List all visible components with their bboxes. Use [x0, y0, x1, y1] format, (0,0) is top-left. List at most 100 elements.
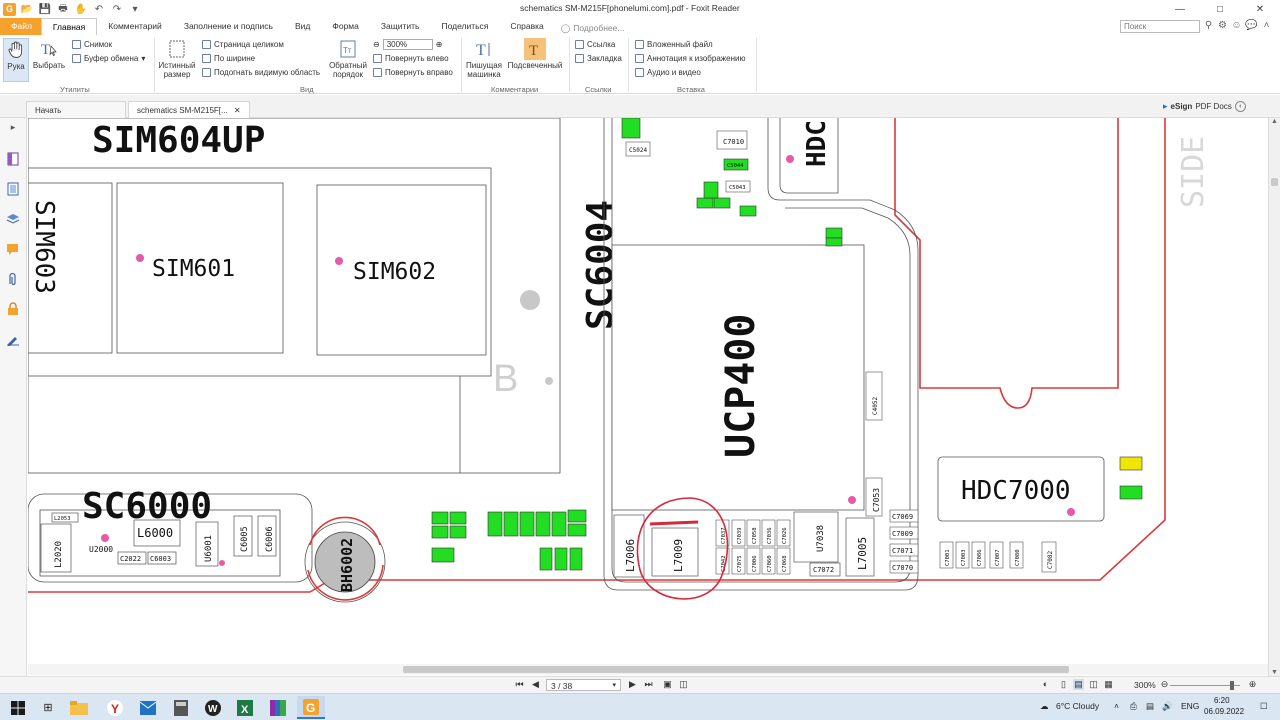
tab-current-document[interactable]: schematics SM-M215F[... ✕	[128, 101, 250, 118]
tab-start[interactable]: Начать	[26, 101, 126, 118]
rotate-right-button[interactable]: Повернуть вправо	[373, 68, 453, 77]
fit-width-button[interactable]: По ширине	[202, 54, 255, 63]
page-dropdown-icon[interactable]: ▾	[612, 681, 616, 689]
customize-toolbar-icon[interactable]: ▾	[128, 3, 142, 15]
scroll-down-icon[interactable]: ▼	[1269, 669, 1280, 676]
task-view-icon[interactable]: ⊞	[34, 696, 62, 719]
tab-protect[interactable]: Защитить	[370, 18, 431, 35]
esign-collapse-icon[interactable]: ‹	[1234, 101, 1246, 112]
layers-panel-icon[interactable]	[6, 212, 20, 226]
tab-share[interactable]: Поделиться	[430, 18, 499, 35]
sidebar-expand-icon[interactable]: ▸	[6, 120, 20, 134]
comments-panel-icon[interactable]	[6, 242, 20, 256]
horizontal-scroll-thumb[interactable]	[403, 666, 1069, 673]
zoom-slider-knob[interactable]	[1230, 681, 1234, 690]
rotate-left-button[interactable]: Повернуть влево	[373, 54, 449, 63]
zoom-out-status-icon[interactable]: ⊖	[1159, 679, 1170, 690]
audio-video-button[interactable]: Аудио и видео	[635, 68, 701, 77]
hand-tool-quick-icon[interactable]: ✋	[74, 3, 88, 15]
tab-comment[interactable]: Комментарий	[97, 18, 173, 35]
close-icon[interactable]: ✕	[1240, 0, 1280, 18]
search-icon[interactable]: ⚲	[1202, 19, 1215, 32]
tab-fill-sign[interactable]: Заполнение и подпись	[173, 18, 284, 35]
zoom-in-icon[interactable]: ⊕	[436, 40, 443, 49]
zoom-control[interactable]: ⊖ 300% ⊕	[373, 39, 442, 50]
user-icon[interactable]: ☺	[1230, 19, 1243, 32]
settings-icon[interactable]: ⚙	[1216, 19, 1229, 32]
wot-icon[interactable]: W	[199, 696, 227, 719]
minimize-icon[interactable]: —	[1160, 0, 1200, 18]
maximize-icon[interactable]: □	[1200, 0, 1240, 18]
calculator-icon[interactable]	[167, 696, 195, 719]
continuous-view-icon[interactable]: ▤	[1073, 679, 1084, 690]
security-panel-icon[interactable]	[6, 302, 20, 316]
single-page-view-icon[interactable]: ▯	[1058, 679, 1069, 690]
tab-view[interactable]: Вид	[284, 18, 321, 35]
hand-tool-button[interactable]: Рука	[3, 38, 29, 82]
reverse-order-button[interactable]: Tт Обратный порядок	[328, 38, 368, 79]
facing-view-icon[interactable]: ◫	[1088, 679, 1099, 690]
pages-panel-icon[interactable]	[6, 182, 20, 196]
highlight-button[interactable]: T Подсвеченный	[506, 38, 564, 70]
image-annotation-button[interactable]: Аннотация к изображению	[635, 54, 745, 63]
help-search[interactable]: ◯ Подробнее...	[555, 18, 631, 35]
tray-overflow-icon[interactable]: ˄	[1114, 701, 1119, 711]
tab-file[interactable]: Файл	[0, 18, 41, 35]
find-input[interactable]: Поиск	[1120, 20, 1200, 33]
select-tool-button[interactable]: T Выбрать	[32, 38, 66, 70]
page-number-input[interactable]: 3 / 38 ▾	[546, 679, 621, 691]
typewriter-button[interactable]: T Пишущая машинка	[464, 38, 504, 79]
horizontal-scrollbar[interactable]	[28, 664, 1268, 675]
next-page-icon[interactable]: ▶	[627, 679, 638, 690]
snapshot-button[interactable]: Снимок	[72, 40, 112, 49]
winrar-icon[interactable]	[264, 696, 292, 719]
bookmarks-panel-icon[interactable]	[6, 152, 20, 166]
notifications-icon[interactable]: ☐	[1260, 701, 1268, 712]
collapse-ribbon-icon[interactable]: ˄	[1260, 19, 1273, 32]
last-page-icon[interactable]: ⏭	[643, 679, 654, 690]
language-indicator[interactable]: ENG	[1181, 701, 1199, 711]
tab-form[interactable]: Форма	[321, 18, 370, 35]
fit-page-button[interactable]: Страница целиком	[202, 40, 284, 49]
zoom-slider[interactable]	[1170, 681, 1240, 690]
actual-size-button[interactable]: Истинный размер	[157, 38, 197, 79]
network-icon[interactable]: ▤	[1146, 701, 1154, 712]
excel-icon[interactable]: X	[231, 696, 259, 719]
open-icon[interactable]: 📂	[20, 3, 34, 15]
tab-help[interactable]: Справка	[499, 18, 554, 35]
clock-time[interactable]: 6:20	[1214, 696, 1230, 705]
print-icon[interactable]: 🖶	[56, 3, 70, 15]
feedback-icon[interactable]: 💬	[1245, 19, 1258, 32]
foxit-reader-taskbar-icon[interactable]: G	[297, 696, 325, 719]
save-icon[interactable]: 💾	[38, 3, 52, 15]
cover-view-icon[interactable]: ▦	[1103, 679, 1114, 690]
zoom-in-status-icon[interactable]: ⊕	[1247, 679, 1258, 690]
esign-banner[interactable]: ▸ eSign PDF Docs ‹	[1163, 101, 1246, 112]
vertical-scroll-thumb[interactable]	[1271, 178, 1278, 186]
prev-page-icon[interactable]: ◀	[530, 679, 541, 690]
weather-text[interactable]: 6°C Cloudy	[1056, 701, 1099, 711]
redo-icon[interactable]: ↷	[110, 3, 124, 15]
zoom-level[interactable]: 300%	[1134, 680, 1156, 690]
fit-view-icon[interactable]: ▣	[662, 679, 673, 690]
windows-start-icon[interactable]	[4, 696, 32, 719]
attachments-panel-icon[interactable]	[6, 272, 20, 286]
zoom-out-icon[interactable]: ⊖	[373, 40, 380, 49]
volume-icon[interactable]: 🔊	[1162, 701, 1173, 712]
file-explorer-icon[interactable]	[65, 696, 93, 719]
document-view[interactable]: SIM604UP SIM601 SIM602 SIM603 B SC6004 U…	[28, 118, 1268, 676]
mail-icon[interactable]	[134, 696, 162, 719]
clock-date[interactable]: 06.09.2022	[1204, 707, 1244, 716]
signatures-panel-icon[interactable]	[6, 332, 20, 346]
link-button[interactable]: Ссылка	[575, 40, 615, 49]
yandex-browser-icon[interactable]: Y	[101, 696, 129, 719]
zoom-select[interactable]: 300%	[382, 39, 433, 50]
first-page-icon[interactable]: ⏮	[514, 679, 525, 690]
clipboard-button[interactable]: Буфер обмена ▾	[72, 54, 145, 63]
night-mode-icon[interactable]: ◐	[1040, 679, 1051, 689]
weather-icon[interactable]: ☁	[1040, 701, 1049, 712]
undo-icon[interactable]: ↶	[92, 3, 106, 15]
scroll-up-icon[interactable]: ▲	[1269, 118, 1280, 125]
vertical-scrollbar[interactable]: ▲ ▼	[1268, 118, 1280, 676]
attached-file-button[interactable]: Вложенный файл	[635, 40, 713, 49]
